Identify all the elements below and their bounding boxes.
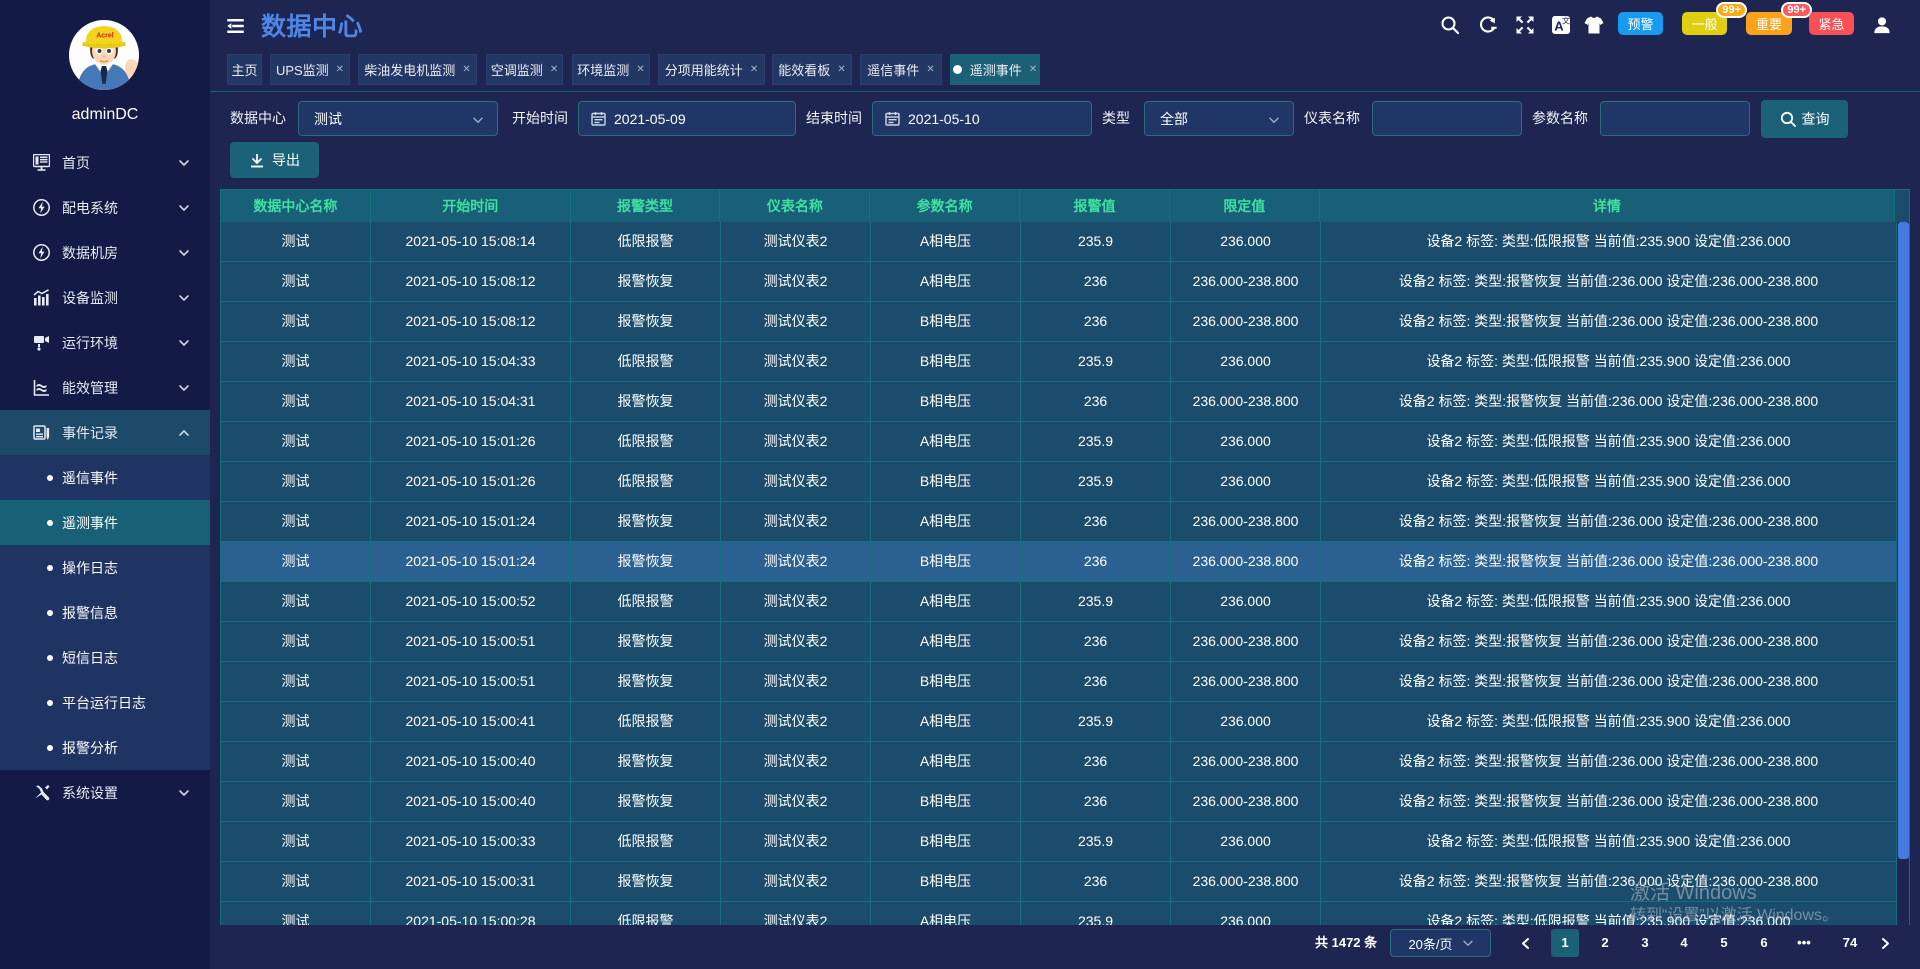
svg-text:文: 文 (1562, 16, 1570, 26)
svg-text:Acrel: Acrel (96, 33, 114, 40)
